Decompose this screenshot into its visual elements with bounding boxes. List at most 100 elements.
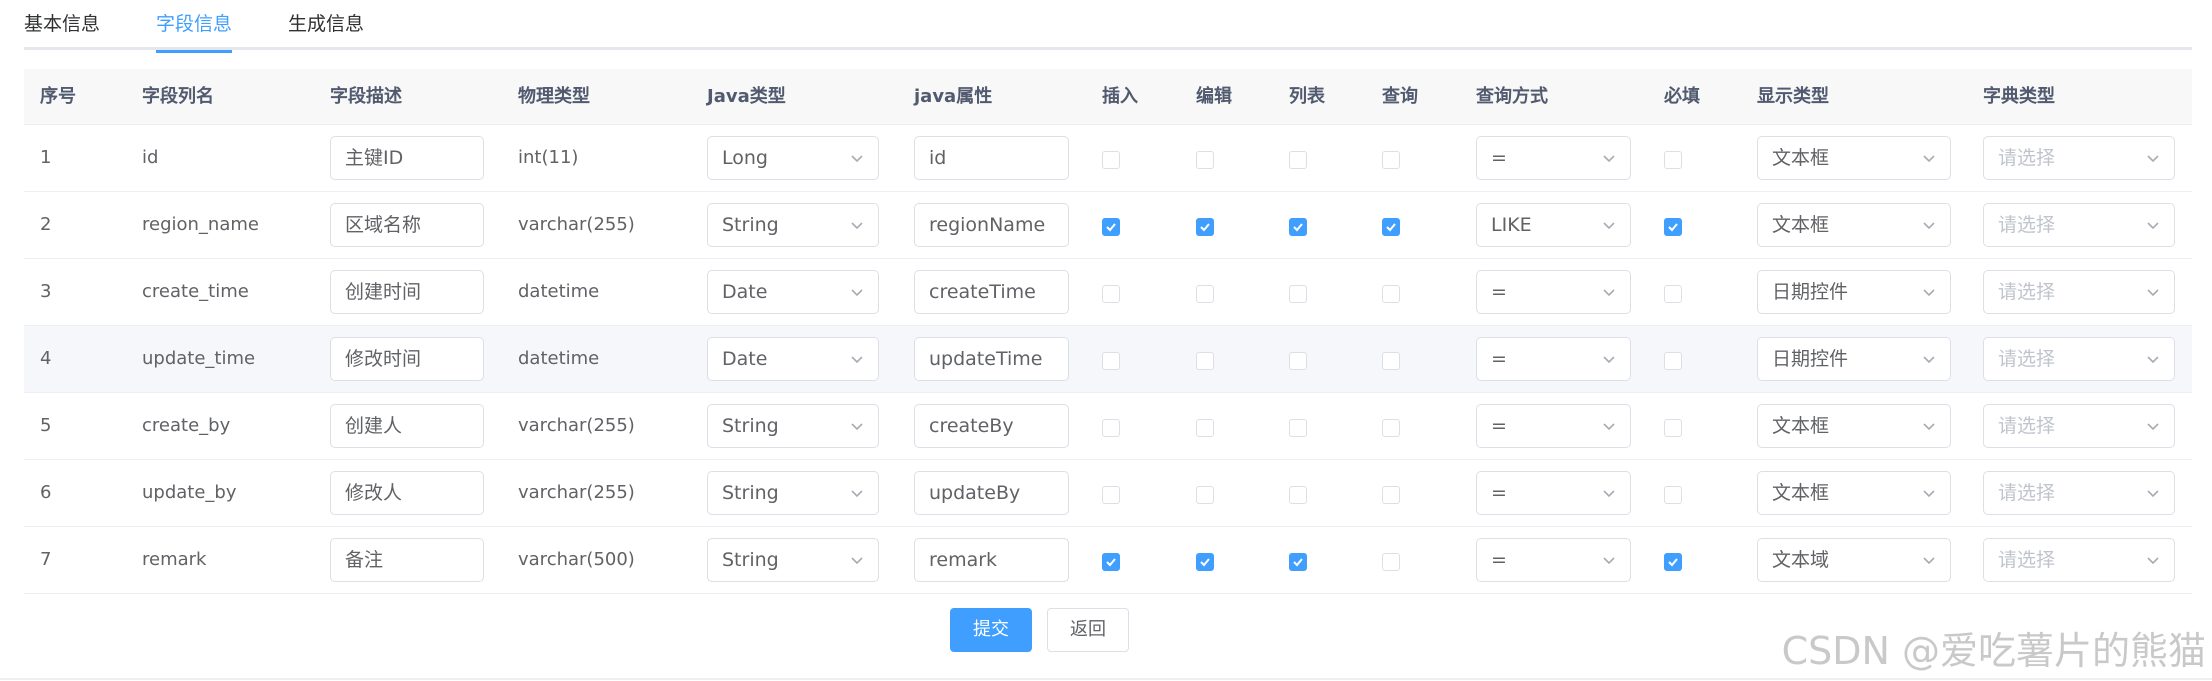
list-checkbox[interactable] [1289,285,1307,303]
physical-type: varchar(255) [518,415,635,436]
field-desc-input[interactable]: 修改人 [330,471,484,515]
select-placeholder: 请选择 [1998,415,2056,437]
java-type-select[interactable]: String [707,471,879,515]
query-checkbox[interactable] [1382,553,1400,571]
insert-checkbox[interactable] [1102,553,1120,571]
java-property-input[interactable]: createBy [914,404,1069,448]
java-property-input[interactable]: createTime [914,270,1069,314]
tab-2[interactable]: 生成信息 [288,0,364,50]
select-value: 文本框 [1772,214,1830,236]
required-checkbox[interactable] [1664,419,1682,437]
query-mode-select[interactable]: = [1476,270,1631,314]
display-type-select[interactable]: 文本框 [1757,404,1951,448]
select-value: = [1491,549,1507,571]
query-checkbox[interactable] [1382,285,1400,303]
display-type-select[interactable]: 日期控件 [1757,337,1951,381]
java-type-select[interactable]: Date [707,270,879,314]
field-desc-input[interactable]: 创建时间 [330,270,484,314]
field-desc-input[interactable]: 修改时间 [330,337,484,381]
column-header: Java类型 [707,86,786,107]
edit-checkbox[interactable] [1196,151,1214,169]
query-checkbox[interactable] [1382,151,1400,169]
list-checkbox[interactable] [1289,486,1307,504]
display-type-select[interactable]: 文本域 [1757,538,1951,582]
java-property-input[interactable]: updateBy [914,471,1069,515]
field-desc-input[interactable]: 备注 [330,538,484,582]
query-mode-select[interactable]: = [1476,471,1631,515]
row-number: 3 [40,281,52,302]
java-property-input[interactable]: remark [914,538,1069,582]
insert-checkbox[interactable] [1102,151,1120,169]
query-mode-select[interactable]: LIKE [1476,203,1631,247]
display-type-select[interactable]: 文本框 [1757,136,1951,180]
tab-1[interactable]: 字段信息 [156,0,233,53]
chevron-down-icon [1603,490,1615,498]
gen-edit-page: 基本信息 字段信息 生成信息 序号 字段列名 字段描述 物理类型 Java类型 java属性 插… [0,0,2212,681]
display-type-select[interactable]: 文本框 [1757,471,1951,515]
submit-button[interactable]: 提交 [950,608,1032,652]
insert-checkbox[interactable] [1102,352,1120,370]
dict-type-select[interactable]: 请选择 [1983,337,2175,381]
field-desc-input[interactable]: 主键ID [330,136,484,180]
display-type-select[interactable]: 日期控件 [1757,270,1951,314]
dict-type-select[interactable]: 请选择 [1983,203,2175,247]
dict-type-select[interactable]: 请选择 [1983,538,2175,582]
field-desc-input[interactable]: 创建人 [330,404,484,448]
query-mode-select[interactable]: = [1476,136,1631,180]
list-checkbox[interactable] [1289,419,1307,437]
dict-type-select[interactable]: 请选择 [1983,404,2175,448]
insert-checkbox[interactable] [1102,218,1120,236]
query-mode-select[interactable]: = [1476,538,1631,582]
java-type-select[interactable]: Long [707,136,879,180]
list-checkbox[interactable] [1289,218,1307,236]
field-table: 序号 字段列名 字段描述 物理类型 Java类型 java属性 插入 编辑 列表 查询 查询方式 必填… [24,69,2192,594]
select-value: 文本框 [1772,415,1830,437]
query-checkbox[interactable] [1382,419,1400,437]
required-checkbox[interactable] [1664,218,1682,236]
query-mode-select[interactable]: = [1476,337,1631,381]
tab-0[interactable]: 基本信息 [24,0,100,50]
query-checkbox[interactable] [1382,218,1400,236]
required-checkbox[interactable] [1664,151,1682,169]
edit-checkbox[interactable] [1196,285,1214,303]
display-type-select[interactable]: 文本框 [1757,203,1951,247]
java-property-input[interactable]: id [914,136,1069,180]
java-property-input[interactable]: updateTime [914,337,1069,381]
edit-checkbox[interactable] [1196,419,1214,437]
field-desc-input[interactable]: 区域名称 [330,203,484,247]
list-checkbox[interactable] [1289,151,1307,169]
column-header: 物理类型 [518,86,590,107]
list-checkbox[interactable] [1289,352,1307,370]
check-icon [1386,223,1396,232]
java-property-input[interactable]: regionName [914,203,1069,247]
edit-checkbox[interactable] [1196,486,1214,504]
bottom-divider [0,678,2212,680]
chevron-down-icon [1603,222,1615,230]
chevron-down-icon [1923,155,1935,163]
query-checkbox[interactable] [1382,352,1400,370]
required-checkbox[interactable] [1664,486,1682,504]
edit-checkbox[interactable] [1196,352,1214,370]
insert-checkbox[interactable] [1102,285,1120,303]
chevron-down-icon [2147,423,2159,431]
query-mode-select[interactable]: = [1476,404,1631,448]
required-checkbox[interactable] [1664,285,1682,303]
dict-type-select[interactable]: 请选择 [1983,136,2175,180]
back-button[interactable]: 返回 [1047,608,1129,652]
java-type-select[interactable]: String [707,538,879,582]
insert-checkbox[interactable] [1102,419,1120,437]
dict-type-select[interactable]: 请选择 [1983,471,2175,515]
edit-checkbox[interactable] [1196,553,1214,571]
table-row: 7 remark 备注 varchar(500) String remark = 文本域 请选择 [24,527,2192,594]
required-checkbox[interactable] [1664,352,1682,370]
query-checkbox[interactable] [1382,486,1400,504]
java-type-select[interactable]: Date [707,337,879,381]
column-name: create_by [142,415,231,436]
java-type-select[interactable]: String [707,203,879,247]
edit-checkbox[interactable] [1196,218,1214,236]
required-checkbox[interactable] [1664,553,1682,571]
list-checkbox[interactable] [1289,553,1307,571]
insert-checkbox[interactable] [1102,486,1120,504]
dict-type-select[interactable]: 请选择 [1983,270,2175,314]
java-type-select[interactable]: String [707,404,879,448]
